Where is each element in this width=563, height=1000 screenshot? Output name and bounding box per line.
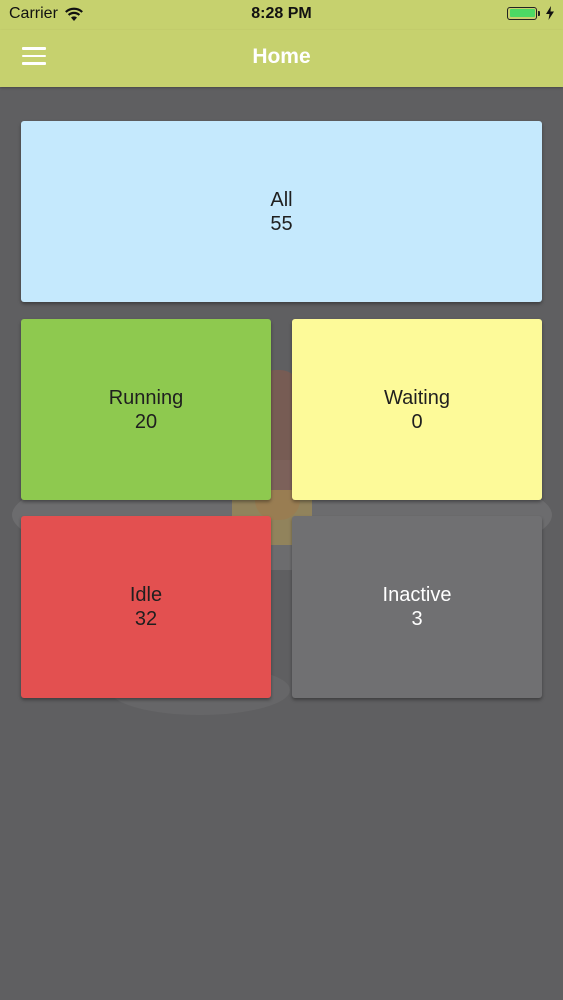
- home-screen: Carrier 8:28 PM Home All 55 Running 20 W…: [0, 0, 563, 1000]
- status-bar: Carrier 8:28 PM: [0, 0, 563, 30]
- tile-count: 0: [411, 410, 423, 433]
- nav-bar: Home: [0, 30, 563, 87]
- battery-icon: [507, 6, 540, 20]
- page-title: Home: [252, 45, 311, 68]
- battery-level: [509, 9, 535, 17]
- tile-count: 32: [134, 608, 158, 630]
- tile-idle[interactable]: Idle 32: [21, 516, 271, 698]
- tile-waiting[interactable]: Waiting 0: [292, 319, 542, 500]
- tile-label: Waiting: [384, 386, 450, 409]
- tile-label: Idle: [129, 584, 163, 606]
- tile-label: Running: [108, 386, 184, 409]
- status-time: 8:28 PM: [251, 5, 312, 22]
- status-right-group: [507, 6, 555, 20]
- tile-all[interactable]: All 55: [21, 121, 542, 302]
- charging-bolt-icon: [546, 6, 554, 20]
- tile-count: 55: [270, 212, 293, 235]
- tile-label: All: [270, 188, 293, 211]
- tile-count: 3: [411, 608, 423, 630]
- tile-count: 20: [134, 410, 158, 433]
- tile-running[interactable]: Running 20: [21, 319, 271, 500]
- tile-label: Inactive: [382, 584, 452, 606]
- tile-inactive[interactable]: Inactive 3: [292, 516, 542, 698]
